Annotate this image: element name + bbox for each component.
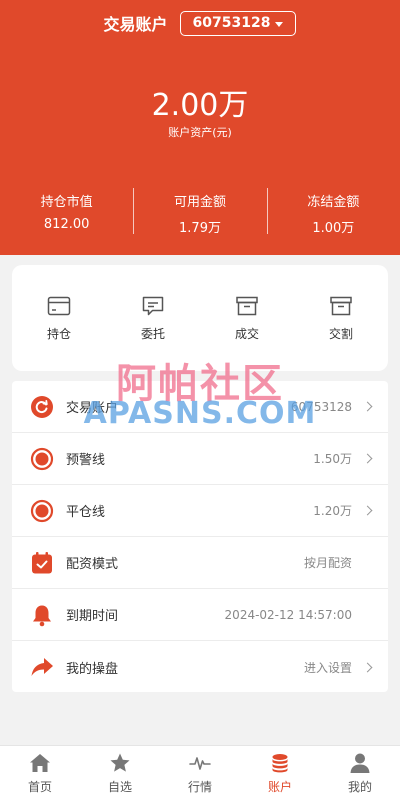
refresh-circle-icon bbox=[31, 395, 53, 418]
list-item-label: 预警线 bbox=[66, 453, 106, 468]
tab-market[interactable]: 行情 bbox=[160, 746, 240, 799]
stat-available-amount: 可用金额 1.79万 bbox=[133, 188, 266, 236]
tab-watchlist[interactable]: 自选 bbox=[80, 746, 160, 799]
quick-actions-card: 持仓 委托 成交 交割 bbox=[12, 265, 388, 371]
list-item-value: 1.20万 bbox=[313, 504, 352, 518]
coins-stack-icon bbox=[272, 754, 288, 773]
quick-action-label: 持仓 bbox=[46, 326, 71, 341]
list-item-my-trading[interactable]: 我的操盘 进入设置 bbox=[12, 641, 388, 692]
account-number: 60753128 bbox=[192, 15, 271, 31]
stat-value: 1.79万 bbox=[179, 221, 221, 236]
close-ring-icon bbox=[30, 499, 54, 522]
tab-label: 行情 bbox=[187, 780, 212, 794]
header-title-row: 交易账户 60753128 bbox=[0, 10, 400, 36]
quick-action-positions[interactable]: 持仓 bbox=[12, 295, 106, 342]
page-title: 交易账户 bbox=[103, 15, 168, 34]
tab-label: 自选 bbox=[107, 780, 132, 794]
stat-position-value: 持仓市值 812.00 bbox=[0, 188, 133, 234]
tab-label: 我的 bbox=[347, 780, 372, 794]
settlement-box-icon bbox=[330, 296, 352, 315]
order-message-icon bbox=[142, 296, 164, 315]
asset-stats: 持仓市值 812.00 可用金额 1.79万 冻结金额 1.00万 bbox=[0, 188, 400, 236]
list-item-warning-line[interactable]: 预警线 1.50万 bbox=[12, 433, 388, 485]
stat-label: 可用金额 bbox=[173, 195, 226, 210]
tab-label: 账户 bbox=[267, 780, 292, 794]
list-item-value: 进入设置 bbox=[303, 660, 352, 675]
deal-box-icon bbox=[236, 296, 258, 315]
tab-label: 首页 bbox=[27, 780, 52, 794]
stat-label: 冻结金额 bbox=[307, 195, 360, 210]
total-assets-value: 2.00万 bbox=[151, 88, 249, 123]
quick-action-orders[interactable]: 委托 bbox=[106, 295, 200, 342]
bottom-tab-bar: 首页 自选 行情 账户 我的 bbox=[0, 745, 400, 799]
list-item-value: 按月配资 bbox=[303, 556, 352, 570]
quick-action-label: 交割 bbox=[328, 326, 353, 341]
tab-account[interactable]: 账户 bbox=[240, 746, 320, 799]
list-item-label: 到期时间 bbox=[66, 609, 119, 624]
calendar-check-icon bbox=[32, 551, 52, 573]
list-item-label: 平仓线 bbox=[66, 505, 106, 520]
list-item-value: 60753128 bbox=[290, 399, 352, 414]
user-icon bbox=[350, 753, 370, 773]
stat-label: 持仓市值 bbox=[40, 195, 93, 210]
chevron-right-icon bbox=[362, 505, 373, 516]
list-item-close-line[interactable]: 平仓线 1.20万 bbox=[12, 485, 388, 537]
quick-action-deals[interactable]: 成交 bbox=[200, 295, 294, 342]
list-item-value: 1.50万 bbox=[313, 452, 352, 466]
list-item-label: 我的操盘 bbox=[66, 661, 119, 677]
bell-icon bbox=[33, 605, 51, 626]
quick-action-settlement[interactable]: 交割 bbox=[294, 295, 388, 342]
stat-value: 812.00 bbox=[43, 217, 90, 232]
chevron-right-icon bbox=[362, 401, 373, 412]
quick-action-label: 委托 bbox=[140, 326, 165, 341]
list-item-value: 2024-02-12 14:57:00 bbox=[224, 607, 352, 622]
total-assets-label: 账户资产(元) bbox=[168, 126, 232, 139]
warning-ring-icon bbox=[30, 447, 54, 470]
list-item-label: 配资模式 bbox=[66, 557, 119, 572]
list-item-trading-account[interactable]: 交易账户 60753128 bbox=[12, 381, 388, 433]
chevron-right-icon bbox=[362, 453, 373, 464]
tab-mine[interactable]: 我的 bbox=[320, 746, 400, 799]
share-arrow-icon bbox=[31, 658, 53, 676]
home-icon bbox=[30, 754, 50, 772]
list-item-expiry-time: 到期时间 2024-02-12 14:57:00 bbox=[12, 589, 388, 641]
tab-home[interactable]: 首页 bbox=[0, 746, 80, 799]
quick-action-label: 成交 bbox=[234, 326, 259, 341]
account-info-list: 交易账户 60753128 预警线 1.50万 平仓线 1.20万 配资模式 按… bbox=[12, 381, 388, 692]
pulse-icon bbox=[189, 757, 211, 770]
chevron-right-icon bbox=[362, 662, 373, 672]
stat-frozen-amount: 冻结金额 1.00万 bbox=[266, 188, 400, 236]
stat-value: 1.00万 bbox=[312, 221, 355, 236]
star-icon bbox=[110, 753, 130, 772]
list-item-funding-mode: 配资模式 按月配资 bbox=[12, 537, 388, 589]
account-header: 交易账户 60753128 2.00万 账户资产(元) 持仓市值 812.00 … bbox=[0, 0, 400, 255]
account-selector[interactable]: 60753128 bbox=[179, 10, 297, 36]
position-card-icon bbox=[47, 296, 71, 315]
list-item-label: 交易账户 bbox=[66, 401, 119, 416]
caret-down-icon bbox=[275, 21, 284, 27]
